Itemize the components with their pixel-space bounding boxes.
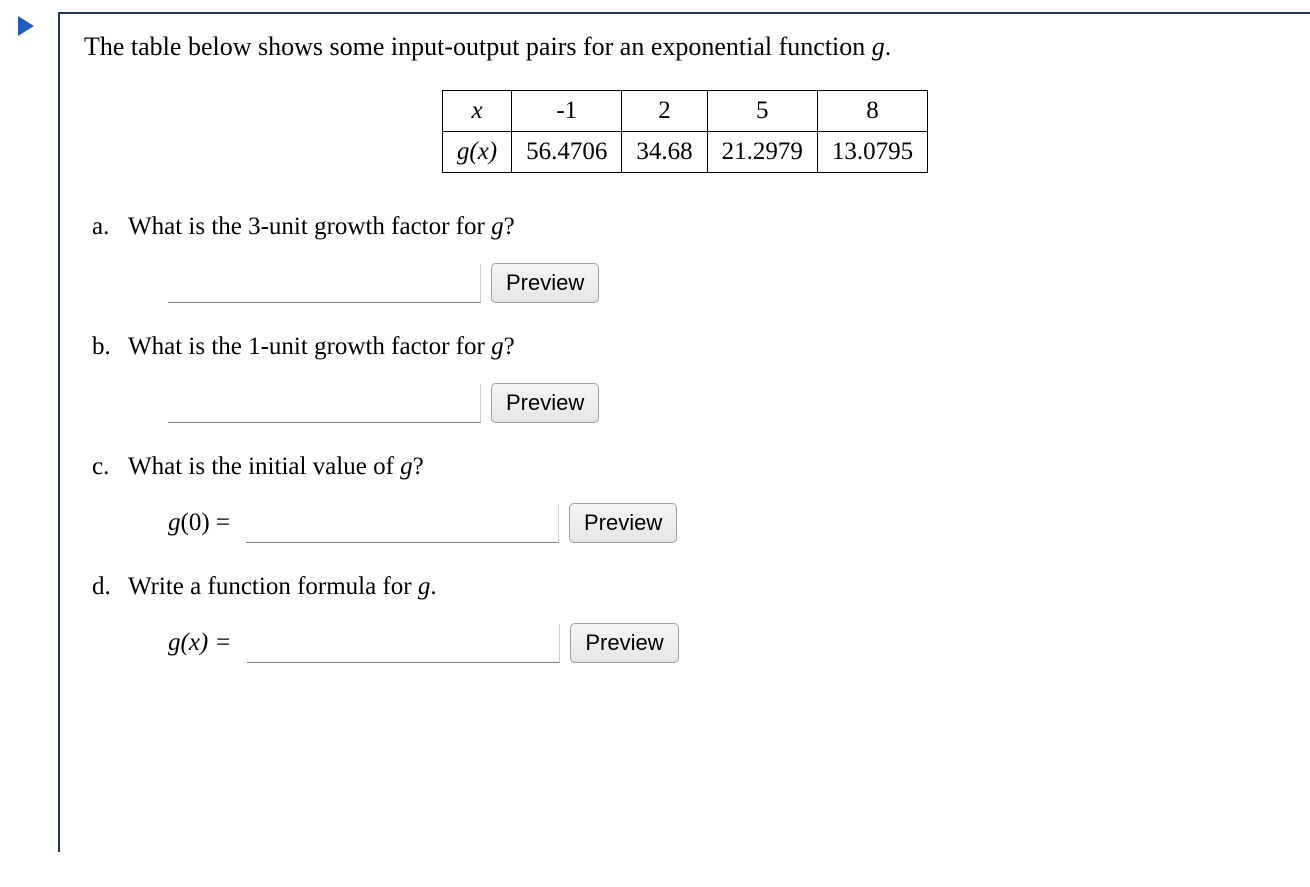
answer-input-c[interactable] — [246, 504, 559, 543]
g-arg: (x) = — [181, 629, 232, 656]
part-a: a. What is the 3-unit growth factor for … — [128, 213, 1286, 303]
preview-button[interactable]: Preview — [570, 623, 678, 663]
part-marker: d. — [92, 573, 111, 601]
part-marker: c. — [92, 453, 109, 481]
table-row: x -1 2 5 8 — [442, 91, 927, 132]
table-cell: 34.68 — [622, 132, 707, 173]
table-cell: 8 — [817, 91, 927, 132]
answer-row: Preview — [128, 383, 1286, 423]
answer-label: g(x) = — [168, 629, 231, 657]
part-b: b. What is the 1-unit growth factor for … — [128, 333, 1286, 423]
part-suffix: ? — [504, 333, 515, 360]
question-card: The table below shows some input-output … — [58, 12, 1310, 852]
g-var: g — [168, 629, 181, 656]
part-marker: b. — [92, 333, 111, 361]
intro-var: g — [872, 32, 885, 61]
table-cell: 56.4706 — [512, 132, 622, 173]
paren-x: (x) — [469, 138, 497, 165]
table-cell: -1 — [512, 91, 622, 132]
part-suffix: . — [430, 573, 436, 600]
preview-button[interactable]: Preview — [491, 383, 599, 423]
answer-input-a[interactable] — [168, 264, 481, 303]
answer-input-d[interactable] — [247, 624, 560, 663]
question-intro: The table below shows some input-output … — [84, 32, 1286, 62]
part-d: d. Write a function formula for g. g(x) … — [128, 573, 1286, 663]
part-var: g — [491, 213, 504, 240]
table-cell: 21.2979 — [707, 132, 817, 173]
g-arg: (0) = — [181, 509, 231, 536]
part-var: g — [491, 333, 504, 360]
answer-row: Preview — [128, 263, 1286, 303]
data-table: x -1 2 5 8 g(x) 56.4706 34.68 21.2979 13… — [442, 90, 928, 173]
play-icon[interactable] — [18, 16, 34, 36]
row-header-gx: g(x) — [442, 132, 511, 173]
answer-row: g(x) = Preview — [128, 623, 1286, 663]
answer-input-b[interactable] — [168, 384, 481, 423]
part-var: g — [418, 573, 431, 600]
table-cell: 5 — [707, 91, 817, 132]
intro-text: The table below shows some input-output … — [84, 32, 872, 61]
var-g: g — [457, 138, 470, 165]
part-marker: a. — [92, 213, 109, 241]
var-x: x — [471, 97, 482, 124]
part-suffix: ? — [504, 213, 515, 240]
parts-list: a. What is the 3-unit growth factor for … — [84, 213, 1286, 663]
part-var: g — [400, 453, 413, 480]
preview-button[interactable]: Preview — [491, 263, 599, 303]
part-text: What is the initial value of — [128, 453, 400, 480]
preview-button[interactable]: Preview — [569, 503, 677, 543]
table-cell: 13.0795 — [817, 132, 927, 173]
answer-label: g(0) = — [168, 509, 230, 537]
part-text: What is the 1-unit growth factor for — [128, 333, 491, 360]
part-suffix: ? — [413, 453, 424, 480]
answer-row: g(0) = Preview — [128, 503, 1286, 543]
part-text: Write a function formula for — [128, 573, 418, 600]
intro-suffix: . — [885, 32, 892, 61]
g-var: g — [168, 509, 181, 536]
table-row: g(x) 56.4706 34.68 21.2979 13.0795 — [442, 132, 927, 173]
table-cell: 2 — [622, 91, 707, 132]
part-c: c. What is the initial value of g? g(0) … — [128, 453, 1286, 543]
row-header-x: x — [442, 91, 511, 132]
part-text: What is the 3-unit growth factor for — [128, 213, 491, 240]
